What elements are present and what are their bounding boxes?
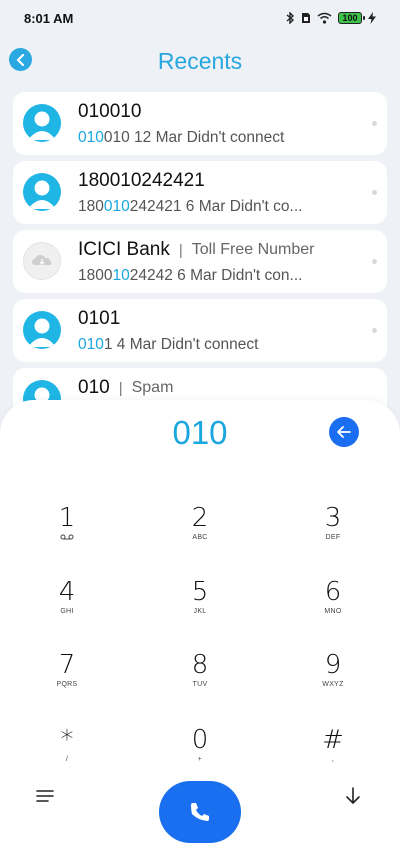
key-hash[interactable]: #, (288, 725, 378, 785)
arrow-down-icon (346, 787, 360, 804)
key-9[interactable]: 9 WXYZ (288, 650, 378, 710)
chevron-left-icon (16, 53, 24, 66)
avatar (23, 311, 61, 349)
separator: | (118, 379, 123, 397)
key-7[interactable]: 7 PQRS (22, 650, 112, 710)
match-highlight: 010 (78, 336, 104, 353)
more-dot[interactable] (372, 328, 377, 333)
key-4[interactable]: 4 GHI (22, 577, 112, 637)
sim-icon (302, 13, 310, 23)
contact-name: 180010242421 (78, 170, 205, 191)
contact-name: 010 (78, 377, 110, 398)
status-bar: 8:01 AM 100 (0, 0, 400, 36)
key-3[interactable]: 3 DEF (288, 503, 378, 563)
more-dot[interactable] (372, 121, 377, 126)
match-highlight: 010 (103, 198, 130, 215)
recents-list: 010010 010010 12 Mar Didn't connect 1800… (13, 92, 387, 437)
call-detail: 010010 12 Mar Didn't connect (78, 129, 285, 146)
voicemail-icon (60, 534, 74, 540)
more-dot[interactable] (372, 190, 377, 195)
recent-call-item[interactable]: 0101 0101 4 Mar Didn't connect (13, 299, 387, 362)
call-detail: 0101 4 Mar Didn't connect (78, 336, 259, 353)
cloud-icon (32, 255, 52, 265)
contact-tag: Spam (131, 379, 174, 396)
person-icon (28, 318, 56, 347)
match-highlight: 010 (78, 129, 104, 146)
backspace-button[interactable] (329, 417, 359, 447)
call-detail: 18001024242 6 Mar Didn't con... (78, 267, 303, 284)
key-2[interactable]: 2 ABC (155, 503, 245, 563)
separator: | (178, 241, 183, 259)
call-button[interactable] (159, 781, 241, 843)
key-5[interactable]: 5 JKL (155, 577, 245, 637)
recent-call-item[interactable]: ICICI Bank | Toll Free Number 18001024242 … (13, 230, 387, 293)
contact-tag: Toll Free Number (191, 241, 315, 258)
battery-level: 100 (342, 13, 358, 23)
menu-button[interactable] (36, 789, 54, 808)
avatar (23, 104, 61, 142)
call-detail: 180010242421 6 Mar Didn't co... (78, 198, 303, 215)
bluetooth-icon (286, 12, 295, 24)
person-icon (28, 111, 56, 140)
menu-icon (36, 790, 54, 802)
back-button[interactable] (9, 48, 32, 71)
contact-name: ICICI Bank (78, 239, 170, 260)
header: Recents (0, 36, 400, 86)
status-icons: 100 (286, 12, 376, 24)
key-8[interactable]: 8 TUV (155, 650, 245, 710)
match-highlight: 10 (112, 267, 130, 284)
key-0[interactable]: 0 + (155, 725, 245, 785)
more-dot[interactable] (372, 259, 377, 264)
wifi-icon (317, 12, 332, 24)
recent-call-item[interactable]: 010010 010010 12 Mar Didn't connect (13, 92, 387, 155)
avatar (23, 173, 61, 211)
status-time: 8:01 AM (24, 10, 74, 26)
person-icon (28, 180, 56, 209)
key-6[interactable]: 6 MNO (288, 577, 378, 637)
contact-name: 010010 (78, 101, 142, 122)
contact-name: 0101 (78, 308, 121, 329)
recent-call-item[interactable]: 180010242421 180010242421 6 Mar Didn't c… (13, 161, 387, 224)
dialer-panel: 010 1 2 ABC 3 DEF 4 GHI 5 JKL 6 MNO 7 PQRS 8 TU… (0, 400, 400, 866)
phone-icon (191, 803, 209, 821)
battery-icon: 100 (338, 12, 365, 24)
page-title: Recents (157, 47, 243, 74)
avatar (23, 242, 61, 280)
charging-icon (368, 12, 376, 24)
arrow-left-icon (337, 426, 351, 438)
collapse-dialpad-button[interactable] (345, 787, 361, 810)
key-star[interactable]: * / (22, 725, 112, 785)
key-1[interactable]: 1 (22, 503, 112, 563)
